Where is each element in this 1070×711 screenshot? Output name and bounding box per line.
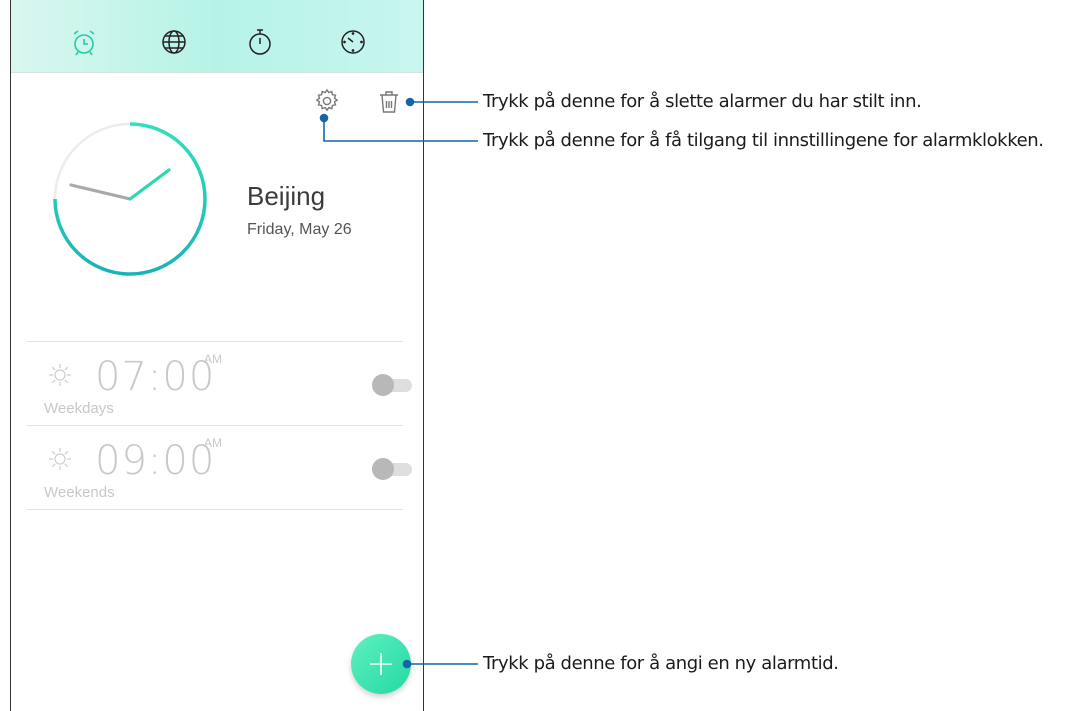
city-date: Friday, May 26 — [247, 221, 352, 238]
sun-icon — [49, 364, 71, 386]
alarm-time: 09:00 — [95, 438, 216, 484]
toggle-knob — [372, 374, 394, 396]
add-alarm-button[interactable] — [351, 634, 411, 694]
alarm-repeat: Weekends — [44, 484, 115, 501]
timer-icon — [341, 30, 365, 54]
tab-alarm[interactable] — [64, 22, 104, 62]
globe-icon — [162, 30, 186, 54]
divider — [27, 509, 403, 510]
tab-world-clock[interactable] — [154, 22, 194, 62]
annotation-settings: Trykk på denne for å få tilgang til inns… — [483, 130, 1044, 151]
alarm-item[interactable]: 07:00 AM Weekdays — [27, 341, 412, 426]
alarm-item[interactable]: 09:00 AM Weekends — [27, 425, 412, 510]
phone-screen: Beijing Friday, May 26 07:00 AM Weekdays… — [10, 0, 424, 711]
analog-clock — [53, 122, 207, 276]
hour-hand — [69, 183, 132, 201]
gear-icon — [315, 88, 339, 112]
tab-stopwatch[interactable] — [240, 22, 280, 62]
annotation-delete: Trykk på denne for å slette alarmer du h… — [483, 91, 922, 112]
toggle-knob — [372, 458, 394, 480]
tab-timer[interactable] — [333, 22, 373, 62]
minute-hand — [128, 168, 171, 201]
alarm-toggle[interactable] — [372, 458, 412, 480]
alarm-icon — [73, 30, 95, 56]
alarm-toggle[interactable] — [372, 374, 412, 396]
alarm-ampm: AM — [204, 352, 222, 366]
alarm-repeat: Weekdays — [44, 400, 114, 417]
stopwatch-icon — [249, 29, 271, 55]
trash-icon — [380, 91, 398, 113]
city-name: Beijing — [247, 181, 326, 211]
top-tab-bar — [11, 0, 423, 73]
annotation-add: Trykk på denne for å angi en ny alarmtid… — [483, 653, 839, 674]
delete-button[interactable] — [375, 88, 403, 116]
alarm-ampm: AM — [204, 436, 222, 450]
plus-icon — [370, 653, 392, 675]
settings-button[interactable] — [313, 87, 341, 115]
alarm-time: 07:00 — [95, 354, 216, 400]
sun-icon — [49, 448, 71, 470]
